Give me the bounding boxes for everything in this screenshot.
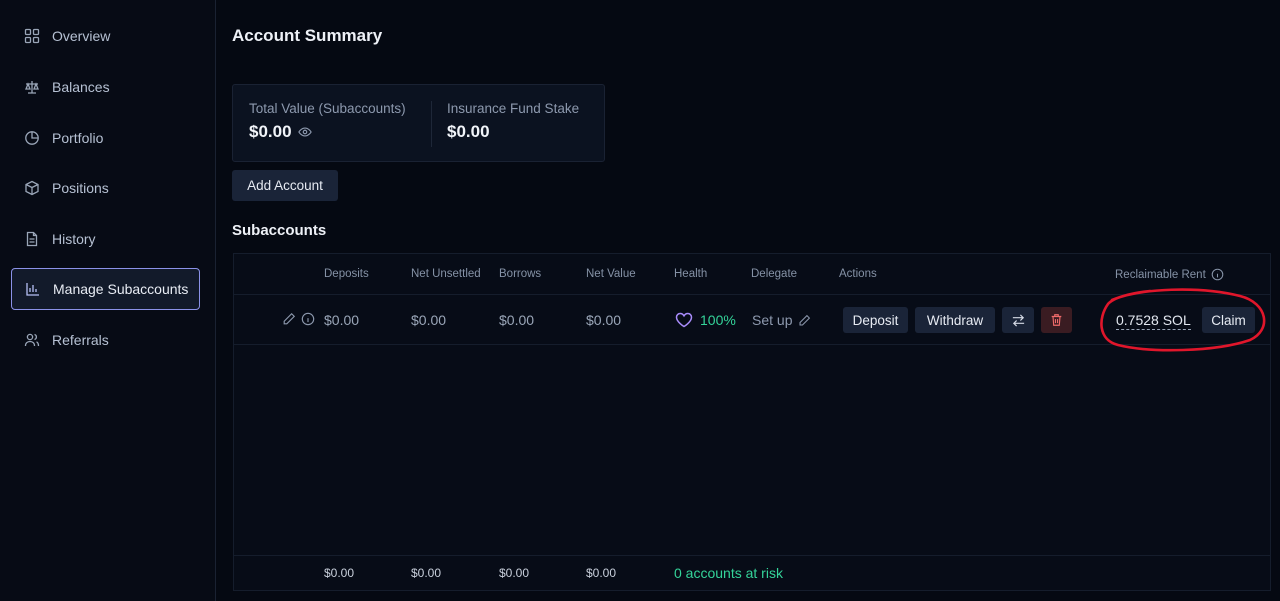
edit-icon[interactable] bbox=[282, 312, 296, 331]
summary-card: Total Value (Subaccounts) $0.00 Insuranc… bbox=[232, 84, 605, 162]
transfer-button[interactable] bbox=[1002, 307, 1034, 333]
sidebar-item-label: Portfolio bbox=[52, 130, 104, 146]
column-header-reclaimable-rent: Reclaimable Rent bbox=[1115, 268, 1224, 281]
document-icon bbox=[23, 230, 41, 248]
sidebar-item-referrals[interactable]: Referrals bbox=[11, 319, 200, 361]
grid-icon bbox=[23, 27, 41, 45]
table-row: $0.00 $0.00 $0.00 $0.00 100% Set up Depo… bbox=[234, 295, 1270, 344]
scale-icon bbox=[23, 78, 41, 96]
total-value: $0.00 bbox=[249, 122, 292, 141]
column-header-net-unsettled: Net Unsettled bbox=[411, 268, 481, 280]
row-borrows: $0.00 bbox=[499, 312, 535, 328]
column-header-borrows: Borrows bbox=[499, 268, 542, 280]
sidebar-item-label: Balances bbox=[52, 79, 110, 95]
reclaimable-rent-value[interactable]: 0.7528 SOL bbox=[1116, 312, 1191, 330]
withdraw-button[interactable]: Withdraw bbox=[915, 307, 995, 333]
row-deposits: $0.00 bbox=[324, 312, 360, 328]
sidebar-item-balances[interactable]: Balances bbox=[11, 66, 200, 108]
insurance-value: $0.00 bbox=[447, 122, 490, 141]
sidebar-item-label: Overview bbox=[52, 28, 111, 44]
bar-chart-icon bbox=[24, 280, 42, 298]
row-net-value: $0.00 bbox=[586, 312, 622, 328]
footer-net-unsettled: $0.00 bbox=[411, 566, 442, 580]
footer-deposits: $0.00 bbox=[324, 566, 355, 580]
page-title: Account Summary bbox=[232, 26, 383, 45]
sidebar-item-history[interactable]: History bbox=[11, 218, 200, 260]
delegate-setup-link[interactable]: Set up bbox=[752, 312, 811, 328]
total-value-label: Total Value (Subaccounts) bbox=[249, 101, 406, 116]
footer-divider bbox=[234, 555, 1270, 556]
column-header-delegate: Delegate bbox=[751, 268, 798, 280]
column-header-actions: Actions bbox=[839, 268, 877, 280]
delegate-setup-label: Set up bbox=[752, 312, 793, 328]
pie-chart-icon bbox=[23, 129, 41, 147]
box-icon bbox=[23, 179, 41, 197]
heart-icon bbox=[675, 312, 693, 328]
row-net-unsettled: $0.00 bbox=[411, 312, 447, 328]
footer-borrows: $0.00 bbox=[499, 566, 530, 580]
sidebar-item-label: Manage Subaccounts bbox=[53, 281, 189, 297]
footer-net-value: $0.00 bbox=[586, 566, 617, 580]
sidebar-item-label: Positions bbox=[52, 180, 109, 196]
add-account-button[interactable]: Add Account bbox=[232, 170, 338, 201]
reclaimable-rent-header-label: Reclaimable Rent bbox=[1115, 268, 1206, 281]
column-header-deposits: Deposits bbox=[324, 268, 369, 280]
sidebar-item-positions[interactable]: Positions bbox=[11, 167, 200, 209]
insurance-label: Insurance Fund Stake bbox=[447, 101, 580, 116]
sidebar-item-manage-subaccounts[interactable]: Manage Subaccounts bbox=[11, 268, 200, 310]
eye-icon[interactable] bbox=[297, 125, 312, 139]
accounts-at-risk: 0 accounts at risk bbox=[674, 565, 783, 581]
users-icon bbox=[23, 331, 41, 349]
subaccounts-title: Subaccounts bbox=[232, 222, 327, 239]
sidebar-item-overview[interactable]: Overview bbox=[11, 15, 200, 57]
column-header-health: Health bbox=[674, 268, 708, 280]
health-value: 100% bbox=[700, 312, 736, 328]
claim-button[interactable]: Claim bbox=[1202, 307, 1255, 333]
insurance-stat: Insurance Fund Stake $0.00 bbox=[447, 101, 579, 142]
sidebar-item-label: History bbox=[52, 231, 96, 247]
subaccounts-table: Deposits Net Unsettled Borrows Net Value… bbox=[233, 253, 1271, 591]
total-value-stat: Total Value (Subaccounts) $0.00 bbox=[249, 101, 406, 142]
delete-button[interactable] bbox=[1041, 307, 1072, 333]
deposit-button[interactable]: Deposit bbox=[843, 307, 908, 333]
swap-arrows-icon bbox=[1011, 313, 1026, 328]
sidebar: Overview Balances Portfolio Positions Hi… bbox=[0, 0, 216, 601]
info-icon[interactable] bbox=[1211, 268, 1224, 281]
sidebar-item-portfolio[interactable]: Portfolio bbox=[11, 117, 200, 159]
stat-divider bbox=[431, 101, 432, 147]
trash-icon bbox=[1050, 313, 1063, 327]
row-divider bbox=[234, 344, 1270, 345]
sidebar-item-label: Referrals bbox=[52, 332, 109, 348]
info-icon[interactable] bbox=[301, 312, 315, 331]
column-header-net-value: Net Value bbox=[586, 268, 636, 280]
pencil-icon bbox=[798, 314, 811, 327]
rent-amount: 0.7528 SOL bbox=[1116, 312, 1191, 330]
health-cell: 100% bbox=[675, 312, 736, 328]
